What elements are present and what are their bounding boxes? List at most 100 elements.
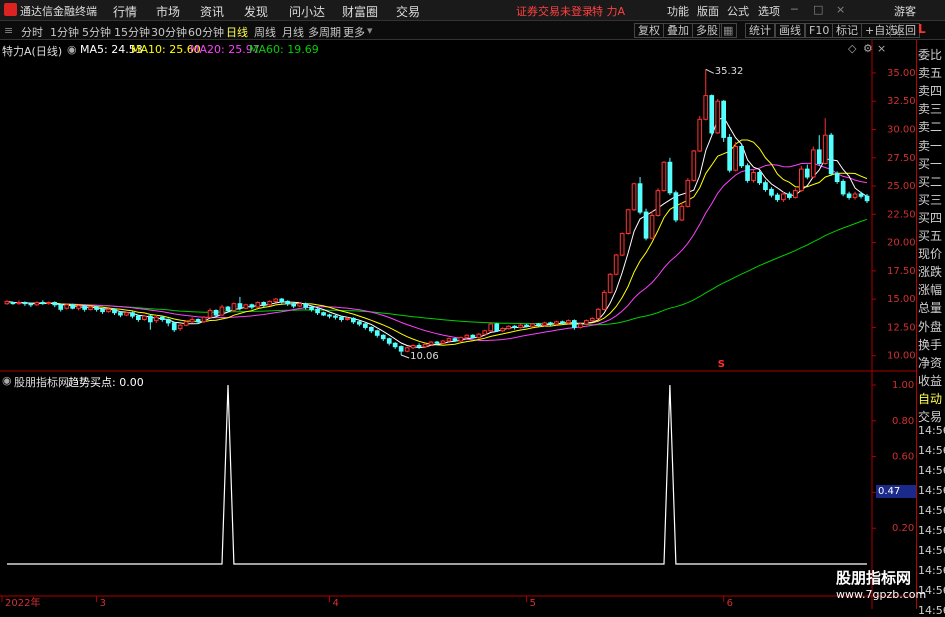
candle-body <box>494 323 500 332</box>
candle-body <box>171 322 177 331</box>
side-panel-item[interactable]: 外盘 <box>918 318 942 335</box>
candle-body <box>321 312 326 316</box>
candle-body <box>512 325 517 328</box>
candle-body <box>816 149 822 165</box>
menu-discover[interactable]: 发现 <box>244 3 268 20</box>
side-panel-item[interactable]: 现价 <box>918 245 942 262</box>
btn-mark[interactable]: 标记 <box>832 23 862 38</box>
candle-body <box>189 319 195 323</box>
guest-label[interactable]: 游客 <box>894 3 916 19</box>
side-panel-item[interactable]: 买二 <box>918 173 942 190</box>
side-panel-item[interactable]: 买四 <box>918 209 942 226</box>
menu-function[interactable]: 功能 <box>667 3 689 19</box>
candle-body <box>679 205 685 221</box>
side-panel-time: 14:56 <box>918 484 945 497</box>
close-icon[interactable]: × <box>836 3 845 16</box>
candle-body <box>840 181 846 195</box>
menu-layout[interactable]: 版面 <box>697 3 719 19</box>
menu-market[interactable]: 市场 <box>156 3 180 20</box>
candle-body <box>799 168 804 192</box>
candle-body <box>183 321 189 326</box>
candle-body <box>488 323 494 332</box>
candle-body <box>566 320 571 324</box>
period-15min[interactable]: 15分钟 <box>114 24 150 40</box>
candle-body <box>422 343 428 348</box>
current-value-badge: 0.47 <box>876 485 918 498</box>
btn-grid-icon[interactable]: ▦ <box>719 23 738 38</box>
candle-body <box>542 322 547 326</box>
x-tick-label: 5 <box>530 598 536 609</box>
login-warning[interactable]: 证券交易未登录 <box>516 3 593 19</box>
candle-body <box>28 303 34 306</box>
candle-body <box>4 300 10 305</box>
candle-body <box>518 324 523 329</box>
period-multi[interactable]: 多周期 <box>308 24 341 40</box>
side-panel-item[interactable]: 涨幅 <box>918 281 942 298</box>
side-panel-item[interactable]: 买一 <box>918 155 942 172</box>
period-weekly[interactable]: 周线 <box>254 24 276 40</box>
side-panel-item[interactable]: 买三 <box>918 191 942 208</box>
period-1min[interactable]: 1分钟 <box>50 24 79 40</box>
side-panel-item[interactable]: 卖一 <box>918 137 942 154</box>
side-panel-item[interactable]: 卖三 <box>918 100 942 117</box>
watermark-title: 股朋指标网 <box>836 569 912 587</box>
more-dropdown-icon[interactable]: ▾ <box>367 24 373 37</box>
btn-statistics[interactable]: 统计 <box>745 23 775 38</box>
side-panel-item[interactable]: 收益 <box>918 372 942 389</box>
menu-wealth[interactable]: 财富圈 <box>342 3 378 20</box>
maximize-icon[interactable]: □ <box>813 3 823 16</box>
side-panel-item[interactable]: 自动 <box>918 390 942 407</box>
side-panel-item[interactable]: 买五 <box>918 227 942 244</box>
high-pointer <box>705 68 714 74</box>
side-panel-item[interactable]: 交易 <box>918 408 942 425</box>
menu-news[interactable]: 资讯 <box>200 3 224 20</box>
side-panel-item[interactable]: 净资 <box>918 354 942 371</box>
minimize-icon[interactable]: ─ <box>791 3 798 16</box>
candle-body <box>739 146 744 167</box>
side-panel-item[interactable]: 卖二 <box>918 118 942 135</box>
btn-f10[interactable]: F10 <box>805 23 834 38</box>
menu-formula[interactable]: 公式 <box>727 3 749 19</box>
side-panel-item[interactable]: 总量 <box>918 299 942 316</box>
candle-body <box>649 215 655 239</box>
candle-body <box>339 316 344 321</box>
y-tick-label: 15.00 <box>887 294 916 305</box>
candle-body <box>267 300 273 306</box>
signal-s-mark: S <box>717 359 725 370</box>
side-panel-corner[interactable]: L <box>918 22 926 36</box>
menu-ask[interactable]: 问小达 <box>289 3 325 20</box>
btn-back[interactable]: 返回 <box>890 23 920 38</box>
period-daily[interactable]: 日线 <box>226 24 248 40</box>
candle-body <box>201 316 207 323</box>
btn-overlay[interactable]: 叠加 <box>663 23 693 38</box>
btn-adjust[interactable]: 复权 <box>634 23 664 38</box>
x-tick-label: 3 <box>100 598 106 609</box>
period-more[interactable]: 更多 <box>343 24 365 40</box>
side-panel-item[interactable]: 卖四 <box>918 82 942 99</box>
btn-multistock[interactable]: 多股 <box>692 23 722 38</box>
sub-y-tick-label: 1.00 <box>892 380 914 391</box>
btn-draw[interactable]: 画线 <box>775 23 805 38</box>
side-panel-item[interactable]: 涨跌 <box>918 263 942 280</box>
candle-body <box>297 303 302 307</box>
period-5min[interactable]: 5分钟 <box>82 24 111 40</box>
candle-body <box>834 173 840 183</box>
toolbar-menu-icon[interactable]: ≡ <box>4 24 13 37</box>
period-monthly[interactable]: 月线 <box>282 24 304 40</box>
period-30min[interactable]: 30分钟 <box>151 24 187 40</box>
candle-body <box>601 291 607 310</box>
candle-body <box>482 330 488 335</box>
candle-body <box>787 193 792 198</box>
side-panel-time: 14:56 <box>918 524 945 537</box>
side-panel-item[interactable]: 卖五 <box>918 64 942 81</box>
y-tick-label: 20.00 <box>887 238 916 249</box>
side-panel-item[interactable]: 委比 <box>918 46 942 63</box>
kline-chart[interactable]: 10.00 12.50 15.00 17.50 20.00 22.50 25.00 27.50… <box>0 40 916 609</box>
period-intraday[interactable]: 分时 <box>21 24 43 40</box>
menu-quotes[interactable]: 行情 <box>113 3 137 20</box>
candle-body <box>619 233 625 256</box>
menu-trade[interactable]: 交易 <box>396 3 420 20</box>
menu-options[interactable]: 选项 <box>758 3 780 19</box>
side-panel-item[interactable]: 换手 <box>918 336 942 353</box>
period-60min[interactable]: 60分钟 <box>188 24 224 40</box>
